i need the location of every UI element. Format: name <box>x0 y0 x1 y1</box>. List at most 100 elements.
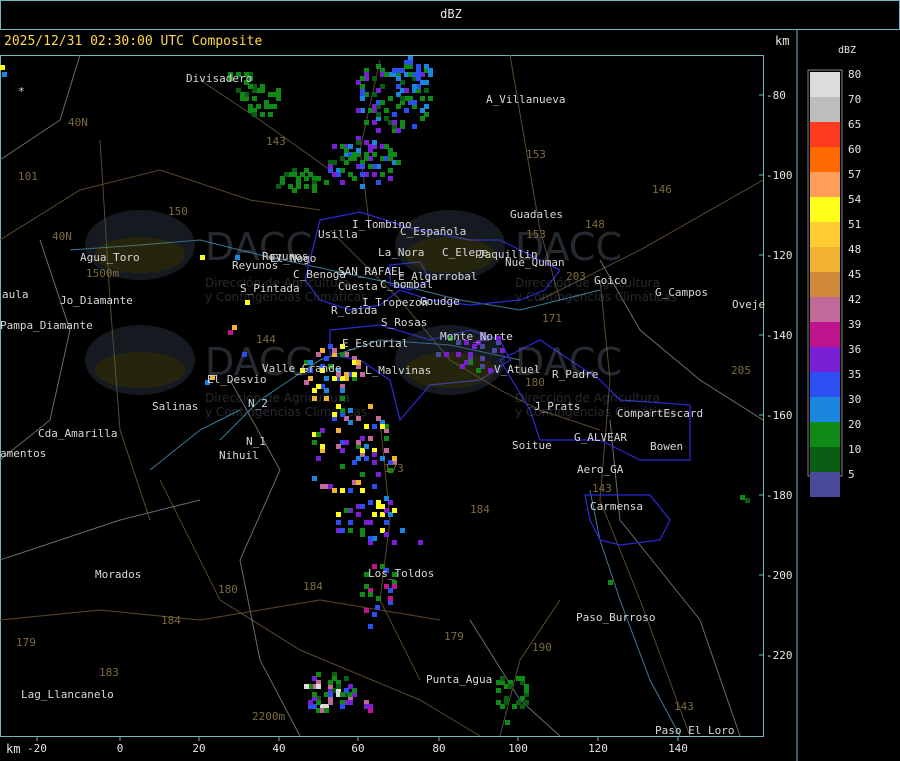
echo-cell <box>388 156 393 161</box>
echo-cell <box>396 128 401 133</box>
echo-cell <box>372 460 377 465</box>
echo-cell <box>352 372 357 377</box>
echo-cell <box>332 144 337 149</box>
place-label: Paso_Burroso <box>576 611 655 624</box>
place-label: Los_Toldos <box>368 567 434 580</box>
place-label: Divisadero <box>186 72 252 85</box>
terrain-label: 2200m <box>252 710 285 723</box>
legend-label: 30 <box>848 393 861 406</box>
echo-cell <box>460 364 465 369</box>
echo-cell <box>336 404 341 409</box>
place-label: Cda_Amarilla <box>38 427 117 440</box>
echo-cell <box>428 96 433 101</box>
echo-cell <box>412 84 417 89</box>
place-label: La_Nora <box>378 246 424 259</box>
echo-cell <box>368 108 373 113</box>
echo-cell <box>348 520 353 525</box>
echo-cell <box>408 60 413 65</box>
echo-cell <box>356 148 361 153</box>
echo-cell <box>360 172 365 177</box>
y-tick-label: -220 <box>766 649 793 662</box>
echo-cell <box>388 96 393 101</box>
echo-cell <box>388 176 393 181</box>
echo-cell <box>324 388 329 393</box>
place-label: Aero_GA <box>577 463 624 476</box>
echo-cell <box>272 92 277 97</box>
echo-cell <box>368 404 373 409</box>
route-number: 101 <box>18 170 38 183</box>
place-label: Morados <box>95 568 141 581</box>
echo-cell <box>420 108 425 113</box>
y-tick-label: -100 <box>766 169 793 182</box>
echo-cell <box>368 624 373 629</box>
echo-cell <box>492 348 497 353</box>
echo-cell <box>256 104 261 109</box>
x-tick-label: 80 <box>432 742 445 755</box>
echo-cell <box>384 532 389 537</box>
echo-cell <box>340 692 345 697</box>
x-tick-label: 60 <box>351 742 364 755</box>
place-label: El_Nogo <box>270 252 316 265</box>
route-number: 150 <box>168 205 188 218</box>
echo-cell <box>316 352 321 357</box>
x-tick-label: 0 <box>117 742 124 755</box>
legend-label: 80 <box>848 68 861 81</box>
boundary-line <box>0 499 201 561</box>
echo-cell <box>500 348 505 353</box>
route-number: 143 <box>674 700 694 713</box>
place-label: Pampa_Diamante <box>0 319 93 332</box>
route-number: 205 <box>731 364 751 377</box>
echo-cell <box>2 72 7 77</box>
echo-cell <box>360 504 365 509</box>
place-label: Valle_Grande <box>262 362 341 375</box>
place-marker: * <box>18 85 25 98</box>
echo-cell <box>372 484 377 489</box>
echo-cell <box>348 408 353 413</box>
legend-label: 48 <box>848 243 861 256</box>
echo-cell <box>336 428 341 433</box>
echo-cell <box>420 96 425 101</box>
echo-cell <box>400 96 405 101</box>
echo-cell <box>336 520 341 525</box>
place-label: Jo_Diamante <box>60 294 133 307</box>
echo-cell <box>356 416 361 421</box>
x-axis: -20 0 20 40 60 80 100 120 140 <box>27 742 688 755</box>
legend-label: 10 <box>848 443 861 456</box>
echo-cell <box>608 580 613 585</box>
y-tick-label: -180 <box>766 489 793 502</box>
echo-cell <box>384 436 389 441</box>
y-tick-label: -160 <box>766 409 793 422</box>
echo-cell <box>344 508 349 513</box>
place-label: Salinas <box>152 400 198 413</box>
place-label: R_Caida <box>331 304 377 317</box>
y-tick-label: -140 <box>766 329 793 342</box>
legend-label: 60 <box>848 143 861 156</box>
route-number: 40N <box>52 230 72 243</box>
route-number: 179 <box>16 636 36 649</box>
echo-cell <box>376 500 381 505</box>
place-label: CompartEscard <box>617 407 703 420</box>
echo-cell <box>296 176 301 181</box>
echo-cell <box>324 396 329 401</box>
echo-cell <box>340 388 345 393</box>
x-tick-label: 100 <box>508 742 528 755</box>
place-label: E_Escurial <box>342 337 408 350</box>
echo-cell <box>316 432 321 437</box>
echo-cell <box>388 596 393 601</box>
echo-cell <box>384 108 389 113</box>
echo-cell <box>428 68 433 73</box>
boundary-line <box>609 419 741 737</box>
echo-cell <box>380 172 385 177</box>
echo-cell <box>356 360 361 365</box>
echo-cell <box>384 448 389 453</box>
echo-cell <box>340 528 345 533</box>
route-number: 153 <box>526 228 546 241</box>
echo-cell <box>392 456 397 461</box>
echo-cell <box>316 456 321 461</box>
echo-cell <box>376 472 381 477</box>
route-number: 184 <box>303 580 323 593</box>
legend-swatch <box>810 297 840 322</box>
echo-cell <box>352 460 357 465</box>
echo-cell <box>376 596 381 601</box>
echo-cell <box>360 164 365 169</box>
